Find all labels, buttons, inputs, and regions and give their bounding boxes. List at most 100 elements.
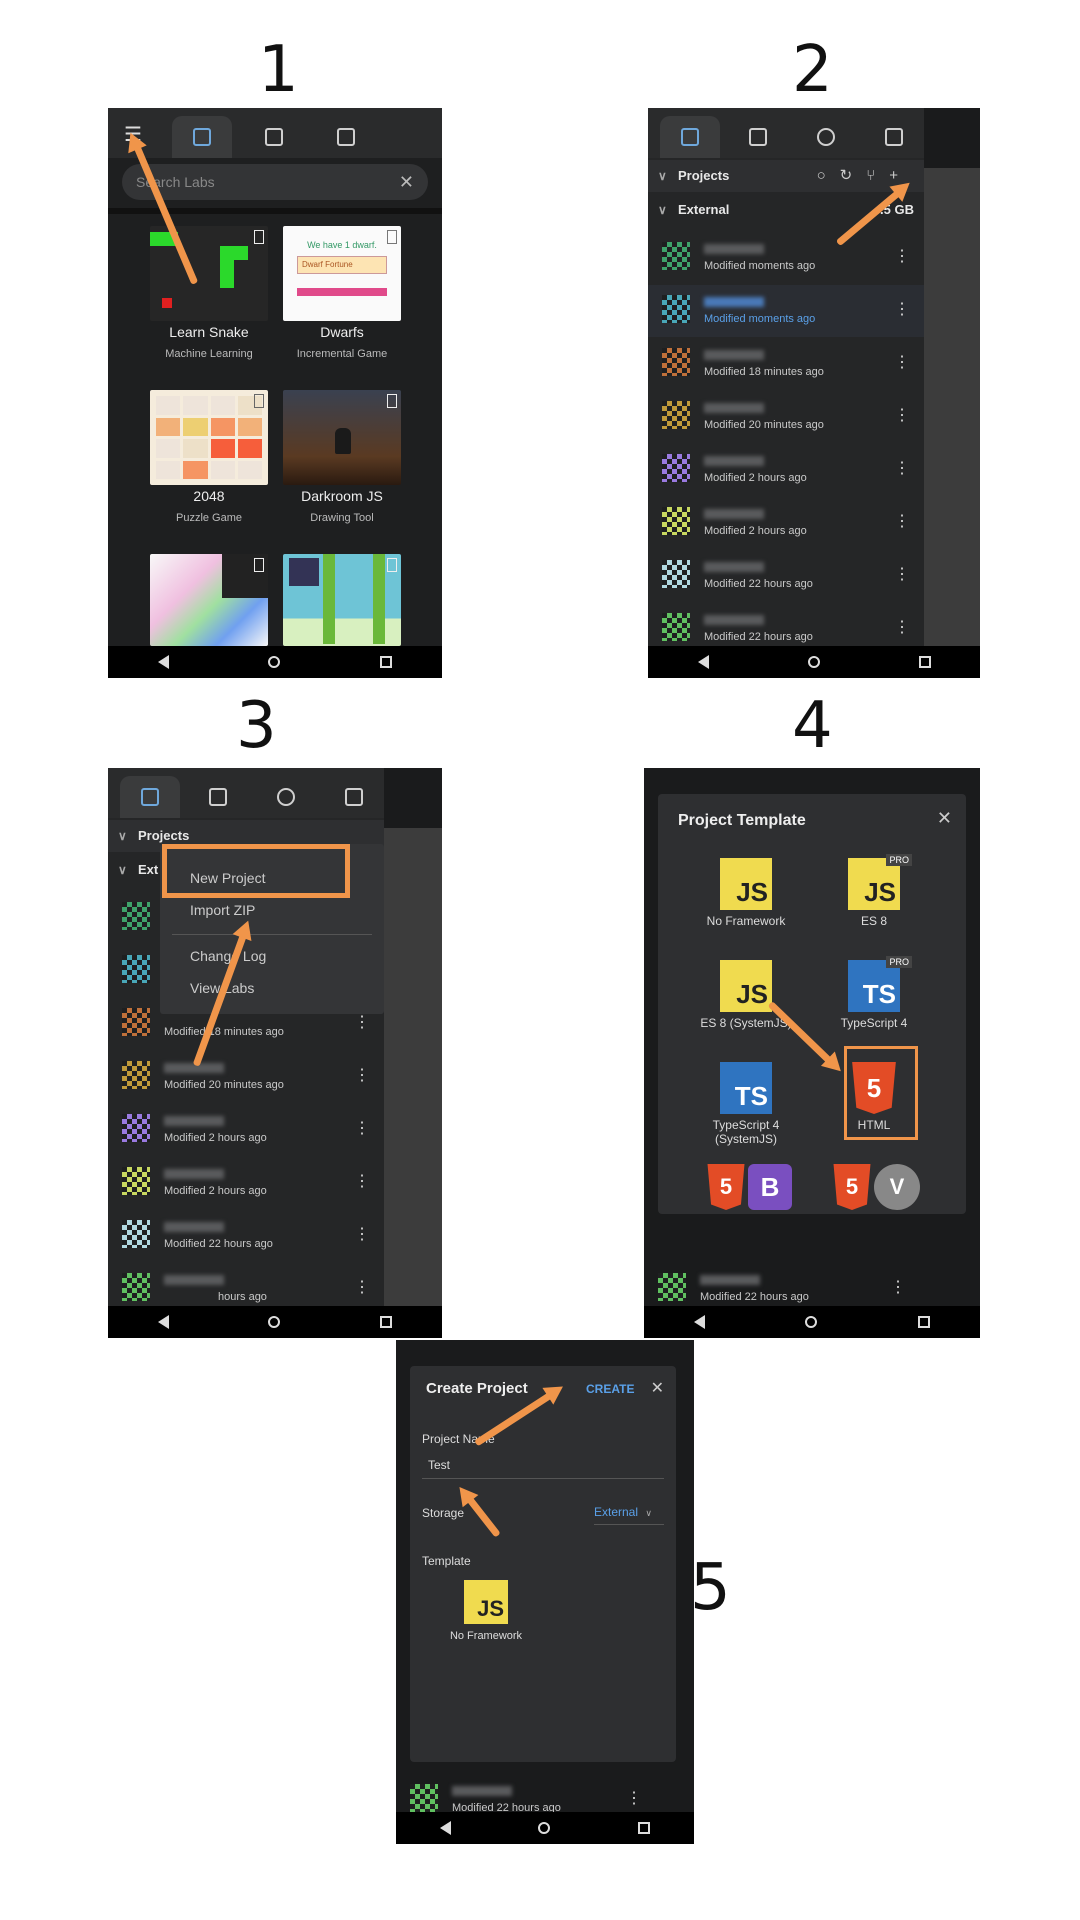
tab-search[interactable] <box>796 116 856 158</box>
recents-icon[interactable] <box>918 656 931 668</box>
storage-label: Storage <box>422 1506 465 1520</box>
list-item[interactable]: Modified 20 minutes ago ⋮ <box>648 391 924 443</box>
card-subtitle: Machine Learning <box>165 348 253 360</box>
project-avatar <box>122 1220 150 1248</box>
template-html-vue[interactable]: 5 V <box>830 1164 920 1214</box>
tab-files[interactable] <box>728 116 788 158</box>
bookmark-icon[interactable] <box>387 230 397 244</box>
close-icon[interactable]: ✕ <box>651 1378 664 1398</box>
more-icon[interactable]: ⋮ <box>890 1277 906 1297</box>
card-subtitle: Puzzle Game <box>175 512 243 524</box>
tab-search[interactable] <box>256 776 316 818</box>
more-icon[interactable]: ⋮ <box>894 352 910 372</box>
recents-icon[interactable] <box>638 1822 651 1834</box>
android-nav-bar <box>648 646 980 678</box>
project-avatar <box>658 1273 686 1301</box>
android-nav-bar <box>396 1812 694 1844</box>
template-typescript4-systemjs[interactable]: TS TypeScript 4 (SystemJS) <box>686 1062 806 1146</box>
list-item[interactable]: Modified 2 hours ago ⋮ <box>108 1104 384 1156</box>
more-icon[interactable]: ⋮ <box>354 1277 370 1297</box>
project-meta: hours ago <box>218 1291 267 1303</box>
home-icon[interactable] <box>807 656 820 668</box>
recents-icon[interactable] <box>380 1316 393 1328</box>
step-number: 3 <box>236 689 277 763</box>
project-avatar <box>662 295 690 323</box>
back-icon[interactable] <box>694 1315 706 1329</box>
top-bar <box>648 108 924 158</box>
back-icon[interactable] <box>157 655 169 669</box>
card-flappy[interactable] <box>283 554 401 646</box>
more-icon[interactable]: ⋮ <box>354 1224 370 1244</box>
project-name-field[interactable]: Test <box>422 1452 664 1479</box>
tab-bookmarks[interactable] <box>244 116 304 158</box>
more-icon[interactable]: ⋮ <box>354 1012 370 1032</box>
card-learn-snake[interactable] <box>150 226 268 321</box>
recents-icon[interactable] <box>917 1316 930 1328</box>
list-item[interactable]: Modified 22 hours ago ⋮ <box>648 550 924 602</box>
list-item[interactable]: Modified 2 hours ago ⋮ <box>648 497 924 549</box>
menu-change-log[interactable]: Change Log <box>190 948 266 964</box>
more-icon[interactable]: ⋮ <box>894 246 910 266</box>
bookmark-icon[interactable] <box>254 558 264 572</box>
bookmark-icon[interactable] <box>387 558 397 572</box>
more-icon[interactable]: ⋮ <box>894 617 910 637</box>
recents-icon[interactable] <box>380 656 393 668</box>
tab-projects[interactable] <box>660 116 720 158</box>
tab-labs[interactable] <box>172 116 232 158</box>
project-meta: Modified 22 hours ago <box>164 1238 273 1250</box>
more-icon[interactable]: ⋮ <box>354 1118 370 1138</box>
list-item[interactable]: Modified 20 minutes ago ⋮ <box>108 1051 384 1103</box>
list-item[interactable]: Modified moments ago ⋮ <box>648 232 924 284</box>
more-icon[interactable]: ⋮ <box>354 1171 370 1191</box>
screen-projects: ∨ Projects ○↻⑂+ ∨ External .5 GB Modifie… <box>648 108 980 678</box>
bookmark-icon[interactable] <box>254 394 264 408</box>
template-html-bootstrap[interactable]: 5 B <box>704 1164 792 1214</box>
tab-settings[interactable] <box>324 776 384 818</box>
template-typescript4[interactable]: TS PRO TypeScript 4 <box>814 956 934 1030</box>
tab-messages[interactable] <box>316 116 376 158</box>
list-item[interactable]: Modified 2 hours ago ⋮ <box>648 444 924 496</box>
more-icon[interactable]: ⋮ <box>626 1788 642 1808</box>
projects-section-header[interactable]: ∨ Projects ○↻⑂+ <box>648 160 924 192</box>
list-item[interactable]: Modified moments ago ⋮ <box>648 285 924 337</box>
template-es8[interactable]: JS PRO ES 8 <box>814 854 934 928</box>
more-icon[interactable]: ⋮ <box>354 1065 370 1085</box>
list-item[interactable]: Modified 2 hours ago ⋮ <box>108 1157 384 1209</box>
close-icon[interactable]: ✕ <box>937 808 952 829</box>
card-title: Darkroom JS <box>301 488 383 504</box>
selected-template[interactable]: JS No Framework <box>426 1580 546 1642</box>
tab-settings[interactable] <box>864 116 924 158</box>
more-icon[interactable]: ⋮ <box>894 511 910 531</box>
tab-files[interactable] <box>188 776 248 818</box>
home-icon[interactable] <box>805 1316 818 1328</box>
more-icon[interactable]: ⋮ <box>894 458 910 478</box>
bookmark-icon[interactable] <box>387 394 397 408</box>
template-name: No Framework <box>449 1630 523 1642</box>
storage-select[interactable]: External ∨ <box>594 1500 664 1525</box>
more-icon[interactable]: ⋮ <box>894 564 910 584</box>
back-icon[interactable] <box>439 1821 451 1835</box>
back-icon[interactable] <box>697 655 709 669</box>
project-avatar <box>662 507 690 535</box>
card-darkroom-js[interactable] <box>283 390 401 485</box>
chat-icon <box>337 128 355 146</box>
more-icon[interactable]: ⋮ <box>894 405 910 425</box>
menu-import-zip[interactable]: Import ZIP <box>190 902 255 918</box>
home-icon[interactable] <box>268 656 281 668</box>
template-no-framework[interactable]: JS No Framework <box>686 858 806 928</box>
close-icon[interactable]: ✕ <box>399 164 414 200</box>
tab-projects[interactable] <box>120 776 180 818</box>
highlight-box <box>844 1046 918 1140</box>
list-item[interactable]: Modified 22 hours ago ⋮ <box>108 1210 384 1262</box>
back-icon[interactable] <box>157 1315 169 1329</box>
bookmark-icon[interactable] <box>254 230 264 244</box>
card-dwarfs[interactable]: We have 1 dwarf. Dwarf Fortune <box>283 226 401 321</box>
card-2048[interactable] <box>150 390 268 485</box>
home-icon[interactable] <box>538 1822 551 1834</box>
more-icon[interactable]: ⋮ <box>894 299 910 319</box>
card-drawing[interactable] <box>150 554 268 646</box>
create-button[interactable]: CREATE <box>586 1382 634 1396</box>
search-input[interactable]: Search Labs ✕ <box>122 164 428 200</box>
home-icon[interactable] <box>268 1316 281 1328</box>
list-item[interactable]: Modified 18 minutes ago ⋮ <box>648 338 924 390</box>
